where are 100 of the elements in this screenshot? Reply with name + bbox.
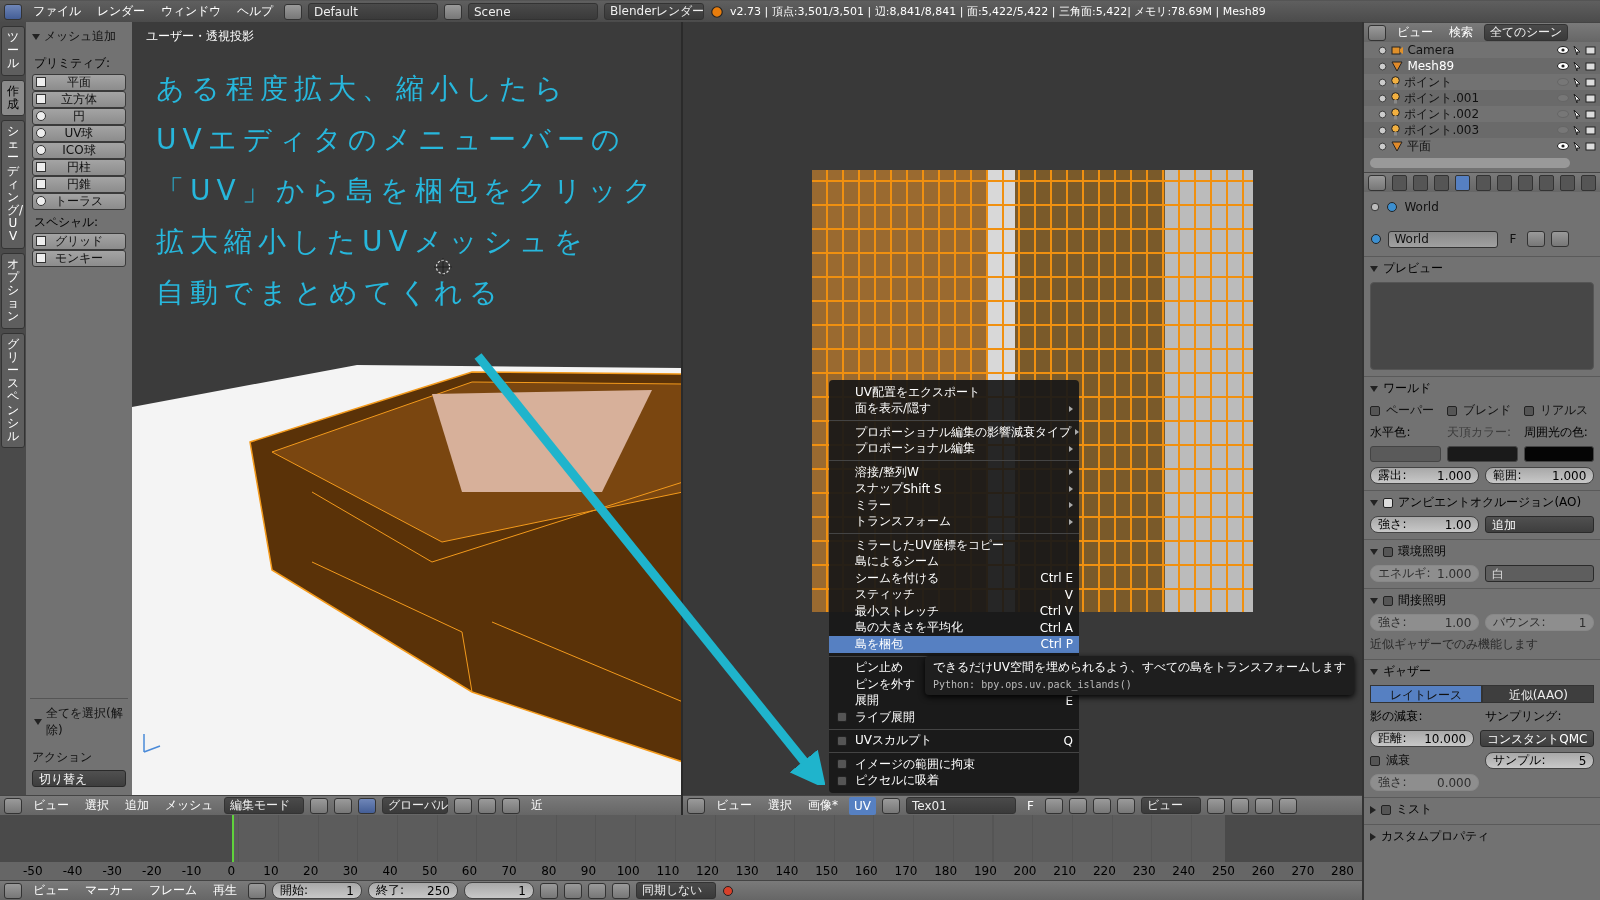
mode-dropdown[interactable]: 編集モード [224, 797, 304, 814]
playback-button[interactable] [540, 882, 558, 899]
close-button[interactable] [1551, 231, 1570, 247]
menu-item[interactable]: ライブ展開 [829, 709, 1079, 726]
scene-field[interactable]: Scene [468, 3, 598, 20]
property-tab[interactable] [1539, 174, 1555, 191]
menu-item[interactable]: トランスフォーム [829, 513, 1079, 530]
select-mode-button[interactable] [1254, 797, 1273, 814]
checkbox[interactable] [1447, 405, 1458, 416]
select-mode-button[interactable] [478, 797, 496, 814]
playback-button[interactable] [564, 882, 582, 899]
menu-item[interactable]: 画像* [803, 796, 843, 815]
layout-field[interactable]: Default [308, 3, 438, 20]
menu-item[interactable]: ピクセルに吸着 [829, 772, 1079, 789]
menu-item[interactable]: ビュー [28, 881, 74, 900]
eye-icon[interactable] [1557, 142, 1570, 150]
menu-item[interactable]: 選択 [80, 796, 114, 815]
checkbox[interactable] [1383, 497, 1394, 508]
menu-item[interactable]: 島によるシーム [829, 553, 1079, 570]
add-mesh-button[interactable]: 円柱 [32, 159, 126, 176]
tool-tab[interactable]: オプション [1, 252, 25, 329]
menu-item[interactable]: ビュー [711, 796, 757, 815]
checkbox[interactable] [837, 735, 847, 746]
fake-user-button[interactable]: F [1504, 230, 1522, 248]
pivot-button[interactable] [1206, 797, 1225, 814]
add-mesh-button[interactable]: グリッド [32, 233, 126, 250]
render-camera-icon[interactable] [1585, 61, 1597, 71]
menu-item[interactable]: プロポーショナル編集の影響減衰タイプ [829, 424, 1079, 441]
menu-item[interactable]: 検索 [1444, 23, 1479, 42]
add-mesh-button[interactable]: 円 [32, 108, 126, 125]
add-mesh-button[interactable]: 円錐 [32, 176, 126, 193]
action-dropdown[interactable]: 切り替え [32, 770, 126, 787]
tab[interactable]: レイトレース [1370, 685, 1483, 703]
menu-item[interactable]: スナップShift S [829, 480, 1079, 497]
checkbox[interactable] [1381, 804, 1392, 815]
menu-item[interactable]: メッシュ [160, 796, 218, 815]
outliner-row[interactable]: ポイント.003 [1364, 122, 1600, 138]
shading-button[interactable] [310, 797, 328, 814]
menu-item[interactable]: 追加 [120, 796, 154, 815]
render-camera-icon[interactable] [1585, 77, 1597, 87]
image-name-field[interactable]: Tex01 [906, 797, 1016, 814]
cursor-icon[interactable] [1573, 124, 1582, 136]
render-camera-icon[interactable] [1585, 109, 1597, 119]
menu-item[interactable]: 最小ストレッチ Ctrl V [829, 603, 1079, 620]
orientation-dropdown[interactable]: グローバル [382, 797, 448, 814]
menu-item[interactable]: 展開 E [829, 692, 1079, 709]
layout-icon[interactable] [284, 3, 302, 20]
number-field[interactable]: 強さ: 1.00 [1370, 516, 1480, 533]
eye-icon[interactable] [1557, 62, 1570, 70]
property-tab[interactable] [1413, 174, 1429, 191]
add-mesh-button[interactable]: 平面 [32, 74, 126, 91]
menu-item[interactable]: 島の大きさを平均化 Ctrl A [829, 619, 1079, 636]
start-frame-field[interactable]: 開始: 1 [272, 882, 362, 899]
close-button[interactable] [1092, 797, 1111, 814]
checkbox[interactable] [1370, 755, 1381, 766]
layer-button[interactable] [502, 797, 520, 814]
editor-type-button[interactable] [687, 797, 705, 814]
checkbox[interactable] [1370, 405, 1381, 416]
number-field[interactable]: サンプル: 5 [1485, 752, 1595, 769]
cursor-icon[interactable] [1573, 76, 1582, 88]
editor-type-button[interactable] [4, 797, 22, 814]
property-tab[interactable] [1497, 174, 1513, 191]
checkbox[interactable] [837, 775, 847, 786]
collapse-triangle-icon[interactable] [1370, 832, 1377, 841]
editor-type-button[interactable] [1368, 24, 1387, 41]
sync-button[interactable] [1230, 797, 1249, 814]
property-tab[interactable] [1392, 174, 1408, 191]
add-button[interactable] [1527, 231, 1546, 247]
scene-icon[interactable] [444, 3, 462, 20]
menu-item[interactable]: ビュー [1392, 23, 1439, 42]
tab[interactable]: 近似(AAO) [1482, 685, 1595, 703]
current-frame-field[interactable]: 1 [464, 882, 534, 899]
editor-type-button[interactable] [1368, 174, 1387, 191]
menu-item[interactable]: イメージの範囲に拘束 [829, 756, 1079, 773]
cursor-icon[interactable] [1573, 140, 1582, 152]
menu-item[interactable]: レンダー [92, 1, 150, 22]
property-tab[interactable] [1518, 174, 1534, 191]
menu-item[interactable]: ミラー [829, 497, 1079, 514]
playback-button[interactable] [612, 882, 630, 899]
add-mesh-button[interactable]: ICO球 [32, 142, 126, 159]
image-browse-button[interactable] [882, 797, 900, 814]
cursor-icon[interactable] [1573, 60, 1582, 72]
end-frame-field[interactable]: 終了: 250 [368, 882, 458, 899]
menu-item[interactable]: ヘルプ [232, 1, 278, 22]
tool-tab[interactable]: 作成 [1, 79, 25, 116]
menu-item[interactable]: プロポーショナル編集 [829, 440, 1079, 457]
checkbox[interactable] [1523, 405, 1534, 416]
render-camera-icon[interactable] [1585, 141, 1597, 151]
fake-user-button[interactable]: F [1022, 796, 1039, 815]
render-engine-dropdown[interactable]: Blenderレンダー [604, 3, 704, 20]
menu-item[interactable]: フレーム [144, 881, 202, 900]
menu-item[interactable]: 再生 [208, 881, 242, 900]
property-tab[interactable] [1581, 174, 1597, 191]
add-mesh-button[interactable]: 立方体 [32, 91, 126, 108]
collapse-triangle-icon[interactable] [1370, 668, 1379, 675]
property-tab[interactable] [1455, 174, 1471, 191]
number-field[interactable]: 範囲: 1.000 [1485, 467, 1595, 484]
select-mode-button[interactable] [454, 797, 472, 814]
color-swatch[interactable] [1447, 446, 1518, 462]
menu-item[interactable]: シームを付ける Ctrl E [829, 570, 1079, 587]
